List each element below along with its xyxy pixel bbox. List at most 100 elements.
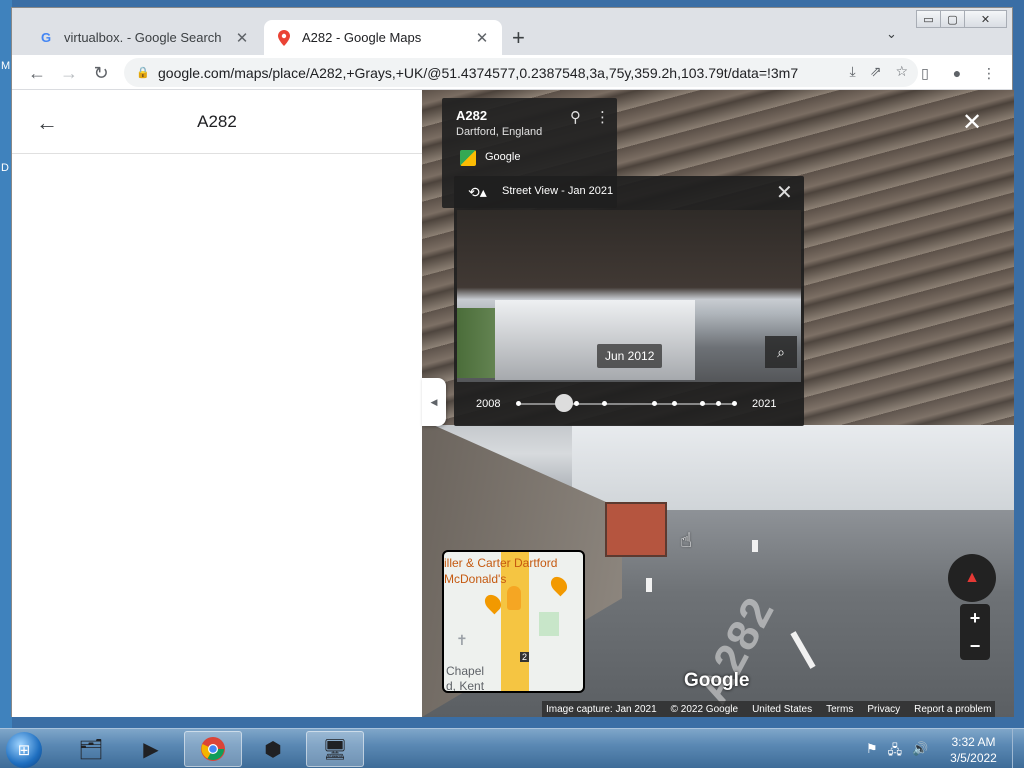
street-view-date: Street View - Jan 2021	[502, 185, 614, 197]
clock-date: 3/5/2022	[950, 751, 997, 765]
close-window-button[interactable]: ✕	[964, 10, 1007, 28]
timeline-start-year: 2008	[476, 398, 501, 410]
star-icon[interactable]: ☆	[895, 63, 908, 80]
profile-icon[interactable]: ●	[944, 60, 970, 86]
google-label: Google	[485, 151, 521, 163]
maps-pin-icon	[276, 29, 292, 46]
page-content: ← A282 ◀ A282 A282 Dartford, England ⚲ ⋮…	[12, 90, 1014, 717]
virtualbox-icon[interactable]: ⬢	[244, 731, 302, 767]
street-view-canvas[interactable]: A282 A282 Dartford, England ⚲ ⋮ Google ✕…	[422, 90, 1014, 717]
side-panel-header: ← A282	[12, 90, 422, 154]
forward-button[interactable]: →	[56, 60, 82, 86]
place-title: A282	[456, 108, 488, 123]
lane-marking	[752, 540, 758, 552]
clock-time: 3:32 AM	[951, 735, 996, 749]
google-g-icon: G	[40, 30, 52, 45]
timeline-tick[interactable]	[732, 401, 737, 406]
place-subtitle: Dartford, England	[456, 126, 543, 138]
tab-label: virtualbox. - Google Search	[64, 30, 222, 45]
close-street-view-button[interactable]: ✕	[962, 108, 982, 137]
tab-search-icon[interactable]: ⌄	[886, 26, 897, 42]
preview-date-label: Jun 2012	[597, 344, 663, 368]
browser-window: ▭ ▢ ✕ G virtualbox. - Google Search ✕ A2…	[11, 7, 1014, 717]
hand-cursor-icon: ☝	[680, 530, 693, 552]
show-desktop-button[interactable]	[1012, 729, 1024, 768]
address-bar[interactable]: 🔒 google.com/maps/place/A282,+Grays,+UK/…	[124, 58, 918, 87]
collapse-panel-button[interactable]: ◀	[422, 378, 446, 426]
chrome-icon[interactable]	[184, 731, 242, 767]
church-icon: ✝	[456, 632, 468, 648]
page-title: A282	[197, 112, 237, 131]
desktop-icon-label[interactable]: M	[1, 60, 10, 72]
map-label: Chapel	[446, 664, 485, 678]
preview-road	[495, 300, 695, 380]
timeline-tick[interactable]	[516, 401, 521, 406]
action-center-flag-icon[interactable]: ⚑	[866, 741, 878, 763]
privacy-link[interactable]: Privacy	[867, 704, 900, 715]
side-panel: ← A282	[12, 90, 422, 717]
time-machine-panel: ⟲▴ Street View - Jan 2021 ✕ Jun 2012 ⌕ 2…	[454, 176, 804, 426]
install-icon[interactable]: ⤓	[850, 63, 856, 80]
image-capture-date: Image capture: Jan 2021	[546, 703, 657, 715]
network-icon[interactable]: 🖧	[888, 741, 903, 763]
system-tray: ⚑ 🖧 🔊	[866, 741, 928, 763]
file-explorer-icon[interactable]: 🗂	[62, 731, 120, 767]
timeline-slider-handle[interactable]	[555, 394, 573, 412]
url-text[interactable]: google.com/maps/place/A282,+Grays,+UK/@5…	[158, 65, 798, 81]
taskbar: ⊞ 🗂 ▶ ⬢ 🖥 ⚑ 🖧 🔊 3:32 AM 3/5/2022	[0, 728, 1024, 768]
tab-google-search[interactable]: G virtualbox. - Google Search ✕	[26, 20, 262, 55]
volume-icon[interactable]: 🔊	[912, 741, 928, 763]
network-app-icon[interactable]: 🖥	[306, 731, 364, 767]
terms-link[interactable]: Terms	[826, 704, 853, 715]
back-button[interactable]: ←	[24, 60, 50, 86]
google-logo: Google	[684, 670, 750, 691]
road-number-badge: 2	[520, 652, 530, 662]
truck	[605, 502, 667, 557]
new-tab-button[interactable]: +	[512, 25, 525, 51]
zoom-out-button[interactable]: −	[960, 632, 990, 660]
lock-icon[interactable]: 🔒	[136, 66, 150, 79]
timeline-tick[interactable]	[716, 401, 721, 406]
zoom-in-button[interactable]: +	[960, 604, 990, 632]
more-options-icon[interactable]: ⋮	[595, 108, 610, 126]
maximize-button[interactable]: ▢	[940, 10, 965, 28]
timeline-tick[interactable]	[700, 401, 705, 406]
timeline-tick[interactable]	[602, 401, 607, 406]
system-clock[interactable]: 3:32 AM 3/5/2022	[946, 734, 1001, 766]
region-link[interactable]: United States	[752, 704, 812, 715]
map-label: d, Kent	[446, 679, 485, 693]
copyright: © 2022 Google	[670, 703, 739, 715]
start-button[interactable]: ⊞	[6, 732, 42, 768]
history-clock-icon[interactable]: ⟲▴	[468, 184, 487, 201]
side-panel-icon[interactable]: ▯	[912, 60, 938, 86]
park-area	[539, 612, 559, 636]
browser-toolbar: ← → ↻ 🔒 google.com/maps/place/A282,+Gray…	[12, 55, 1012, 90]
reload-button[interactable]: ↻	[88, 60, 114, 86]
close-time-machine-button[interactable]: ✕	[776, 180, 793, 205]
omnibox-actions: ⤓ ⇗ ☆	[850, 63, 909, 80]
close-tab-icon[interactable]: ✕	[234, 29, 250, 47]
tab-strip: ▭ ▢ ✕ G virtualbox. - Google Search ✕ A2…	[12, 8, 1012, 55]
restaurant-pin-icon[interactable]	[547, 573, 571, 597]
historical-preview-image[interactable]: Jun 2012 ⌕	[457, 210, 801, 382]
close-tab-icon[interactable]: ✕	[474, 29, 490, 47]
share-icon[interactable]: ⇗	[870, 63, 882, 80]
media-player-icon[interactable]: ▶	[122, 731, 180, 767]
minimize-button[interactable]: ▭	[916, 10, 941, 28]
time-machine-header: ⟲▴ Street View - Jan 2021 ✕	[454, 176, 804, 208]
compass-icon[interactable]: ▲	[948, 554, 996, 602]
pegman-icon[interactable]	[507, 586, 521, 610]
desktop-icon-label[interactable]: D	[1, 162, 9, 174]
timeline-tick[interactable]	[652, 401, 657, 406]
mini-map[interactable]: iller & Carter Dartford McDonald's ✝ Cha…	[442, 550, 585, 693]
zoom-preview-icon[interactable]: ⌕	[765, 336, 797, 368]
google-maps-logo-icon	[460, 150, 476, 166]
timeline-tick[interactable]	[672, 401, 677, 406]
attribution-bar: Image capture: Jan 2021 © 2022 Google Un…	[542, 701, 996, 717]
timeline-tick[interactable]	[574, 401, 579, 406]
map-label: iller & Carter Dartford	[444, 556, 558, 570]
report-problem-link[interactable]: Report a problem	[914, 704, 991, 715]
tab-google-maps[interactable]: A282 - Google Maps ✕	[264, 20, 502, 55]
location-pin-icon[interactable]: ⚲	[570, 108, 581, 126]
menu-icon[interactable]: ⋮	[976, 60, 1002, 86]
